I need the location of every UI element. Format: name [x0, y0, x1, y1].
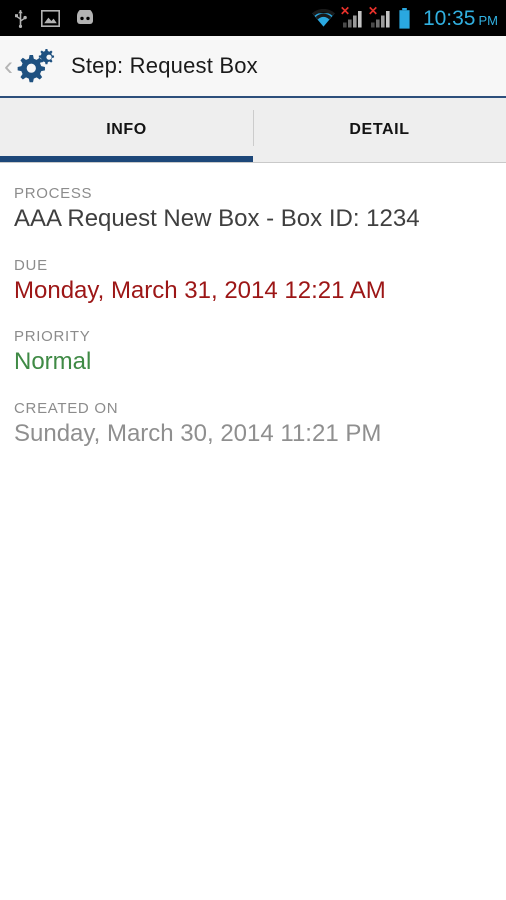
- field-priority-label: PRIORITY: [14, 328, 91, 346]
- status-bar: ✕ ✕ 10:35 PM: [0, 0, 506, 36]
- usb-icon: [14, 9, 27, 28]
- field-process-value: AAA Request New Box - Box ID: 1234: [14, 205, 420, 232]
- tab-detail-label: DETAIL: [349, 121, 410, 138]
- status-bar-clock: 10:35 PM: [423, 8, 498, 29]
- field-created-on: CREATED ON Sunday, March 30, 2014 11:21 …: [14, 400, 506, 448]
- tab-bar: INFO DETAIL: [0, 98, 506, 163]
- field-created-on-label: CREATED ON: [14, 399, 119, 417]
- info-panel: PROCESS AAA Request New Box - Box ID: 12…: [0, 163, 506, 447]
- wifi-icon: [311, 8, 336, 28]
- app-screen: ✕ ✕ 10:35 PM ‹ Step: Request Box INFO DE…: [0, 0, 506, 900]
- clock-time: 10:35: [422, 6, 476, 30]
- status-bar-left-icons: [14, 9, 96, 28]
- tab-detail[interactable]: DETAIL: [253, 98, 506, 162]
- app-header: ‹ Step: Request Box: [0, 36, 506, 98]
- field-due-value: Monday, March 31, 2014 12:21 AM: [14, 276, 386, 304]
- field-priority: PRIORITY Normal: [14, 328, 506, 376]
- battery-icon: [398, 7, 411, 29]
- page-title: Step: Request Box: [71, 53, 258, 78]
- signal-bars-1-icon: ✕: [340, 5, 364, 28]
- status-bar-right-icons: ✕ ✕ 10:35 PM: [311, 5, 498, 29]
- field-due-label: DUE: [14, 256, 48, 274]
- field-due: DUE Monday, March 31, 2014 12:21 AM: [14, 257, 506, 305]
- back-chevron-icon[interactable]: ‹: [4, 52, 13, 80]
- clock-ampm: PM: [478, 12, 499, 28]
- tab-info[interactable]: INFO: [0, 98, 253, 162]
- tab-info-label: INFO: [106, 121, 147, 138]
- field-process: PROCESS AAA Request New Box - Box ID: 12…: [14, 185, 506, 233]
- field-process-label: PROCESS: [14, 185, 93, 202]
- screenshot-image-icon: [41, 9, 60, 27]
- gears-icon[interactable]: [15, 46, 57, 86]
- field-created-on-value: Sunday, March 30, 2014 11:21 PM: [14, 419, 382, 447]
- field-priority-value: Normal: [14, 348, 92, 376]
- android-head-icon: [74, 10, 96, 26]
- signal-bars-2-icon: ✕: [368, 5, 392, 28]
